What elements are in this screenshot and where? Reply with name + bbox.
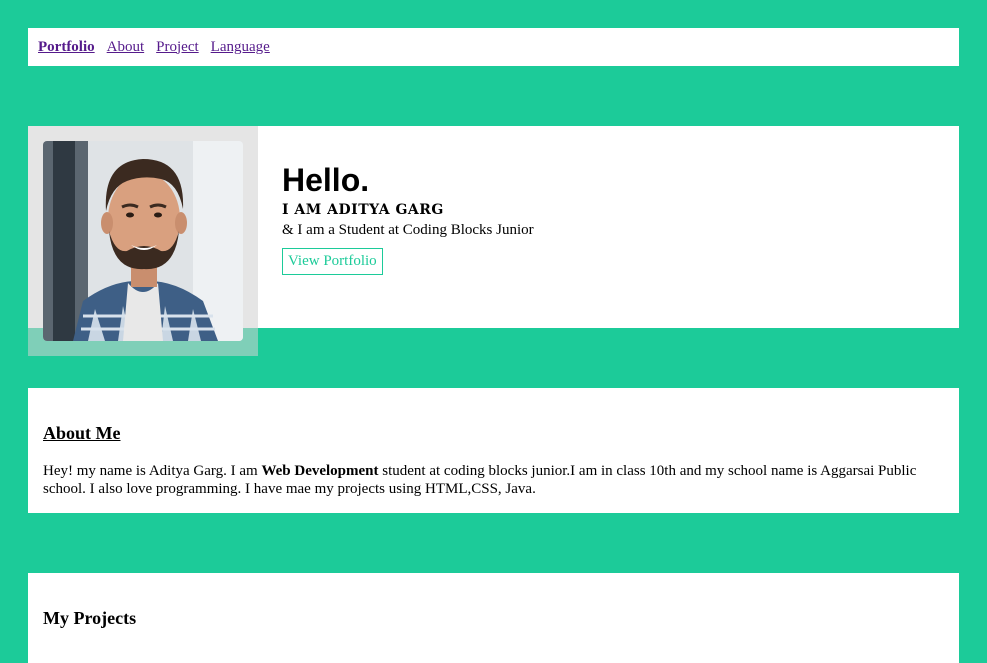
projects-title: My Projects <box>43 608 137 628</box>
nav-link-about[interactable]: About <box>107 39 145 56</box>
about-text-bold: Web Development <box>261 463 379 479</box>
about-title: About Me <box>43 423 121 443</box>
projects-section: My Projects <box>28 573 959 663</box>
about-text-start: Hey! my name is Aditya Garg. I am <box>43 463 262 479</box>
hero-tagline: & I am a Student at Coding Blocks Junior <box>282 222 534 238</box>
hero-name: I AM ADITYA GARG <box>282 202 444 218</box>
nav-brand-link[interactable]: Portfolio <box>38 39 95 56</box>
about-section: About Me Hey! my name is Aditya Garg. I … <box>28 388 959 513</box>
about-text: Hey! my name is Aditya Garg. I am Web De… <box>43 462 944 498</box>
profile-photo-icon <box>43 141 243 341</box>
nav-link-project[interactable]: Project <box>156 39 199 56</box>
avatar <box>43 141 243 341</box>
hero-text: Hello. I AM ADITYA GARG & I am a Student… <box>282 160 534 275</box>
hero-greeting: Hello. <box>282 162 370 198</box>
nav-link-language[interactable]: Language <box>211 39 270 56</box>
view-portfolio-button[interactable]: View Portfolio <box>282 248 383 275</box>
photo-frame <box>28 126 258 356</box>
top-nav: Portfolio About Project Language <box>28 28 959 66</box>
